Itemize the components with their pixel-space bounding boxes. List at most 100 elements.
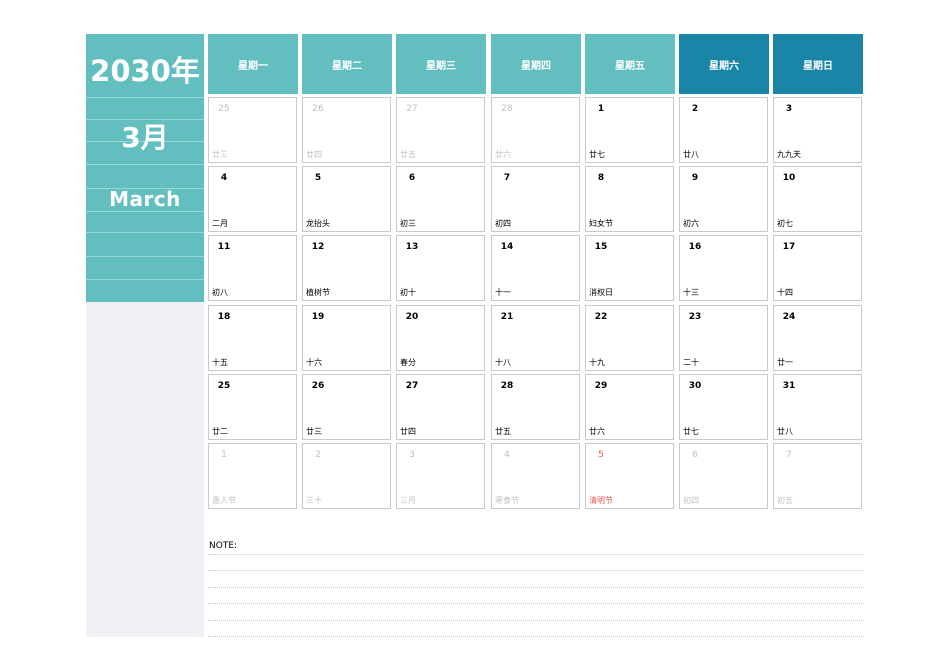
day-cell[interactable]: 3 三月 [396,443,485,509]
day-cell[interactable]: 25 廿三 [208,97,297,163]
day-cell[interactable]: 28 廿五 [491,374,580,440]
day-cell[interactable]: 4 寒食节 [491,443,580,509]
lunar-date-label: 十八 [495,358,511,367]
lunar-date-label: 初四 [495,219,511,228]
day-cell[interactable]: 7 初四 [491,166,580,232]
note-line[interactable] [208,587,864,588]
day-cell[interactable]: 26 廿三 [302,374,391,440]
day-cell[interactable]: 19 十六 [302,305,391,371]
lunar-date-label: 廿三 [306,427,322,436]
day-cell[interactable]: 2 廿八 [679,97,768,163]
day-cell[interactable]: 30 廿七 [679,374,768,440]
day-cell[interactable]: 6 初三 [396,166,485,232]
day-number: 1 [597,104,605,114]
sidebar-divider [86,232,204,233]
day-number: 19 [311,312,325,322]
note-line[interactable] [208,554,864,555]
day-number: 24 [782,312,796,322]
day-cell[interactable]: 22 十九 [585,305,674,371]
sidebar-divider [86,256,204,257]
lunar-date-label: 廿八 [777,427,793,436]
day-cell[interactable]: 5 龙抬头 [302,166,391,232]
day-cell[interactable]: 23 二十 [679,305,768,371]
day-cell[interactable]: 12 植树节 [302,235,391,301]
day-cell[interactable]: 13 初十 [396,235,485,301]
day-cell[interactable]: 27 廿四 [396,374,485,440]
day-cell[interactable]: 6 初四 [679,443,768,509]
lunar-date-label: 初六 [683,219,699,228]
lunar-date-label: 十五 [212,358,228,367]
day-cell[interactable]: 10 初七 [773,166,862,232]
day-number: 5 [314,173,322,183]
weekday-header: 星期三 [396,34,486,94]
note-line[interactable] [208,620,864,621]
note-line[interactable] [208,636,864,637]
lunar-date-label: 初五 [777,496,793,505]
lunar-date-label: 九九天 [777,150,801,159]
day-number: 1 [221,450,227,460]
day-cell[interactable]: 18 十五 [208,305,297,371]
day-cell[interactable]: 1 愚人节 [208,443,297,509]
note-line[interactable] [208,603,864,604]
sidebar-divider [86,164,204,165]
lunar-date-label: 二十 [683,358,699,367]
lunar-date-label: 十九 [589,358,605,367]
day-number: 26 [312,104,324,114]
day-cell[interactable]: 1 廿七 [585,97,674,163]
day-number: 17 [782,242,796,252]
lunar-date-label: 植树节 [306,288,330,297]
day-cell[interactable]: 11 初八 [208,235,297,301]
lunar-date-label: 十三 [683,288,699,297]
lunar-date-label: 廿五 [400,150,416,159]
day-number: 25 [217,381,231,391]
day-cell[interactable]: 29 廿六 [585,374,674,440]
lunar-date-label: 清明节 [589,496,613,505]
day-cell[interactable]: 15 消权日 [585,235,674,301]
day-cell[interactable]: 3 九九天 [773,97,862,163]
day-cell[interactable]: 21 十八 [491,305,580,371]
lunar-date-label: 初八 [212,288,228,297]
note-label: NOTE: [209,541,238,551]
day-number: 26 [311,381,325,391]
day-number: 3 [785,104,793,114]
day-cell[interactable]: 26 廿四 [302,97,391,163]
day-cell[interactable]: 14 十一 [491,235,580,301]
day-number: 4 [504,450,510,460]
lunar-date-label: 二月 [212,219,228,228]
day-number: 13 [405,242,419,252]
day-cell[interactable]: 5 清明节 [585,443,674,509]
day-number: 9 [691,173,699,183]
day-cell[interactable]: 27 廿五 [396,97,485,163]
lunar-date-label: 廿二 [212,427,228,436]
lunar-date-label: 初七 [777,219,793,228]
day-cell[interactable]: 8 妇女节 [585,166,674,232]
day-cell[interactable]: 20 春分 [396,305,485,371]
day-cell[interactable]: 24 廿一 [773,305,862,371]
sidebar-divider [86,279,204,280]
day-cell[interactable]: 17 十四 [773,235,862,301]
day-number: 5 [598,450,604,460]
day-number: 22 [594,312,608,322]
sidebar-divider [86,97,204,98]
year-title: 2030年 [90,54,200,88]
day-cell[interactable]: 25 廿二 [208,374,297,440]
sidebar-title-block: 2030年 3月 March [86,34,204,302]
day-number: 6 [408,173,416,183]
day-cell[interactable]: 9 初六 [679,166,768,232]
day-cell[interactable]: 7 初五 [773,443,862,509]
day-cell[interactable]: 28 廿六 [491,97,580,163]
lunar-date-label: 廿三 [212,150,228,159]
day-cell[interactable]: 4 二月 [208,166,297,232]
day-number: 28 [500,381,514,391]
day-number: 11 [217,242,231,252]
lunar-date-label: 廿五 [495,427,511,436]
day-number: 31 [782,381,796,391]
day-number: 25 [218,104,230,114]
day-cell[interactable]: 16 十三 [679,235,768,301]
month-title-chinese: 3月 [121,121,169,154]
day-number: 14 [500,242,514,252]
day-cell[interactable]: 2 三十 [302,443,391,509]
note-line[interactable] [208,570,864,571]
day-cell[interactable]: 31 廿八 [773,374,862,440]
day-number: 10 [782,173,796,183]
